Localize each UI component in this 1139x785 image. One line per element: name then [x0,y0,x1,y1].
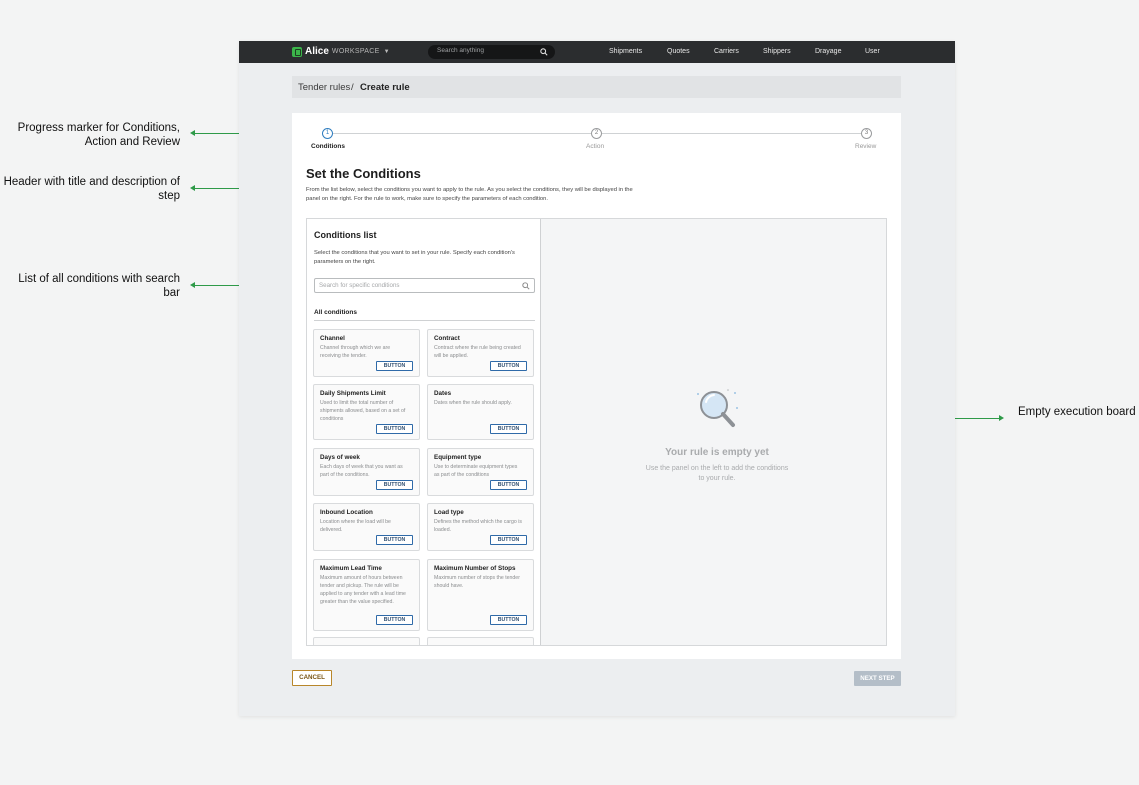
breadcrumb-current: Create rule [360,82,410,93]
condition-card-partial [427,637,534,645]
breadcrumb: Tender rules / Create rule [292,76,901,98]
conditions-title: Conditions list [314,230,377,240]
global-search-input[interactable]: Search anything [428,45,555,59]
condition-card-inbound-location[interactable]: Inbound Location Location where the load… [313,503,420,551]
annotation-header: Header with title and description of ste… [3,176,180,202]
caret-down-icon[interactable]: ▼ [384,49,390,55]
condition-description: Defines the method which the cargo is lo… [434,519,522,533]
annotation-board: Empty execution board [1018,406,1136,418]
create-rule-card: 1 2 3 Conditions Action Review Set the C… [292,113,901,659]
nav-carriers[interactable]: Carriers [714,48,739,55]
condition-card-maximum-number-of-stops[interactable]: Maximum Number of Stops Maximum number o… [427,559,534,631]
step-2-label: Action [586,143,605,150]
breadcrumb-separator: / [351,82,354,93]
empty-state-description: Use the panel on the left to add the con… [645,465,789,482]
condition-card-partial [313,637,420,645]
condition-description: Use to determinate equipment types as pa… [434,464,518,478]
conditions-search-placeholder: Search for specific conditions [319,282,400,289]
condition-add-button[interactable]: BUTTON [376,480,413,490]
conditions-search-input[interactable]: Search for specific conditions [314,278,535,293]
brand-logo[interactable]: Alice WORKSPACE ▼ [292,46,390,57]
condition-title: Contract [434,335,460,342]
step-title: Set the Conditions [306,166,421,181]
condition-card-equipment-type[interactable]: Equipment type Use to determinate equipm… [427,448,534,496]
nav-user[interactable]: User [865,48,880,55]
step-3-marker: 3 [861,128,872,139]
nav-drayage[interactable]: Drayage [815,48,841,55]
condition-title: Inbound Location [320,509,373,516]
condition-title: Channel [320,335,345,342]
condition-add-button[interactable]: BUTTON [490,361,527,371]
condition-card-contract[interactable]: Contract Contract where the rule being c… [427,329,534,377]
condition-description: Each days of week that you want as part … [320,464,403,478]
condition-title: Load type [434,509,464,516]
divider [314,320,535,321]
condition-add-button[interactable]: BUTTON [376,361,413,371]
condition-add-button[interactable]: BUTTON [376,535,413,545]
next-step-button[interactable]: NEXT STEP [854,671,901,686]
annotation-progress: Progress marker for Conditions, Action a… [17,122,180,148]
condition-add-button[interactable]: BUTTON [490,480,527,490]
nav-shippers[interactable]: Shippers [763,48,791,55]
stepper-line [333,133,595,134]
rule-board: Conditions list Select the conditions th… [306,218,887,646]
condition-description: Maximum amount of hours between tender a… [320,575,406,605]
brand-name: Alice [305,46,329,57]
step-3-label: Review [855,143,877,150]
condition-title: Daily Shipments Limit [320,390,386,397]
condition-card-maximum-lead-time[interactable]: Maximum Lead Time Maximum amount of hour… [313,559,420,631]
condition-description: Contract where the rule being created wi… [434,345,521,359]
condition-description: Channel through which we are receiving t… [320,345,391,359]
condition-card-days-of-week[interactable]: Days of week Each days of week that you … [313,448,420,496]
search-icon[interactable] [540,48,548,56]
condition-title: Dates [434,390,452,397]
condition-title: Days of week [320,454,360,461]
magnifying-glass-illustration [697,389,738,427]
nav-quotes[interactable]: Quotes [667,48,690,55]
condition-card-daily-shipments-limit[interactable]: Daily Shipments Limit Used to limit the … [313,384,420,440]
condition-card-dates[interactable]: Dates Dates when the rule should apply. … [427,384,534,440]
cancel-button[interactable]: CANCEL [292,670,332,686]
condition-add-button[interactable]: BUTTON [376,615,413,625]
global-search-placeholder: Search anything [437,47,484,54]
condition-add-button[interactable]: BUTTON [490,535,527,545]
condition-description: Used to limit the total number of shipme… [320,400,406,422]
stepper-line [602,133,866,134]
conditions-panel: Conditions list Select the conditions th… [307,219,541,645]
condition-card-channel[interactable]: Channel Channel through which we are rec… [313,329,420,377]
condition-add-button[interactable]: BUTTON [376,424,413,434]
step-1-marker: 1 [322,128,333,139]
condition-title: Maximum Lead Time [320,565,382,572]
condition-title: Maximum Number of Stops [434,565,516,572]
empty-state-title: Your rule is empty yet [665,447,769,458]
conditions-description: Select the conditions that you want to s… [314,250,515,265]
step-1-label: Conditions [311,143,345,150]
search-icon[interactable] [522,282,530,290]
step-2-marker: 2 [591,128,602,139]
all-conditions-label: All conditions [314,309,357,316]
annotation-arrow [999,415,1004,421]
workspace-label: WORKSPACE [331,48,380,55]
breadcrumb-parent[interactable]: Tender rules [298,82,350,93]
alice-logo-icon [292,46,302,57]
condition-add-button[interactable]: BUTTON [490,615,527,625]
condition-description: Maximum number of stops the tender shoul… [434,575,520,589]
app-window: Alice WORKSPACE ▼ Search anything Shipme… [239,41,955,716]
nav-shipments[interactable]: Shipments [609,48,642,55]
condition-description: Dates when the rule should apply. [434,400,512,406]
condition-description: Location where the load will be delivere… [320,519,391,533]
condition-add-button[interactable]: BUTTON [490,424,527,434]
condition-card-load-type[interactable]: Load type Defines the method which the c… [427,503,534,551]
condition-title: Equipment type [434,454,482,461]
annotation-list: List of all conditions with search bar [18,273,180,299]
top-navigation-bar: Alice WORKSPACE ▼ Search anything Shipme… [239,41,955,63]
step-description: From the list below, select the conditio… [306,187,633,202]
